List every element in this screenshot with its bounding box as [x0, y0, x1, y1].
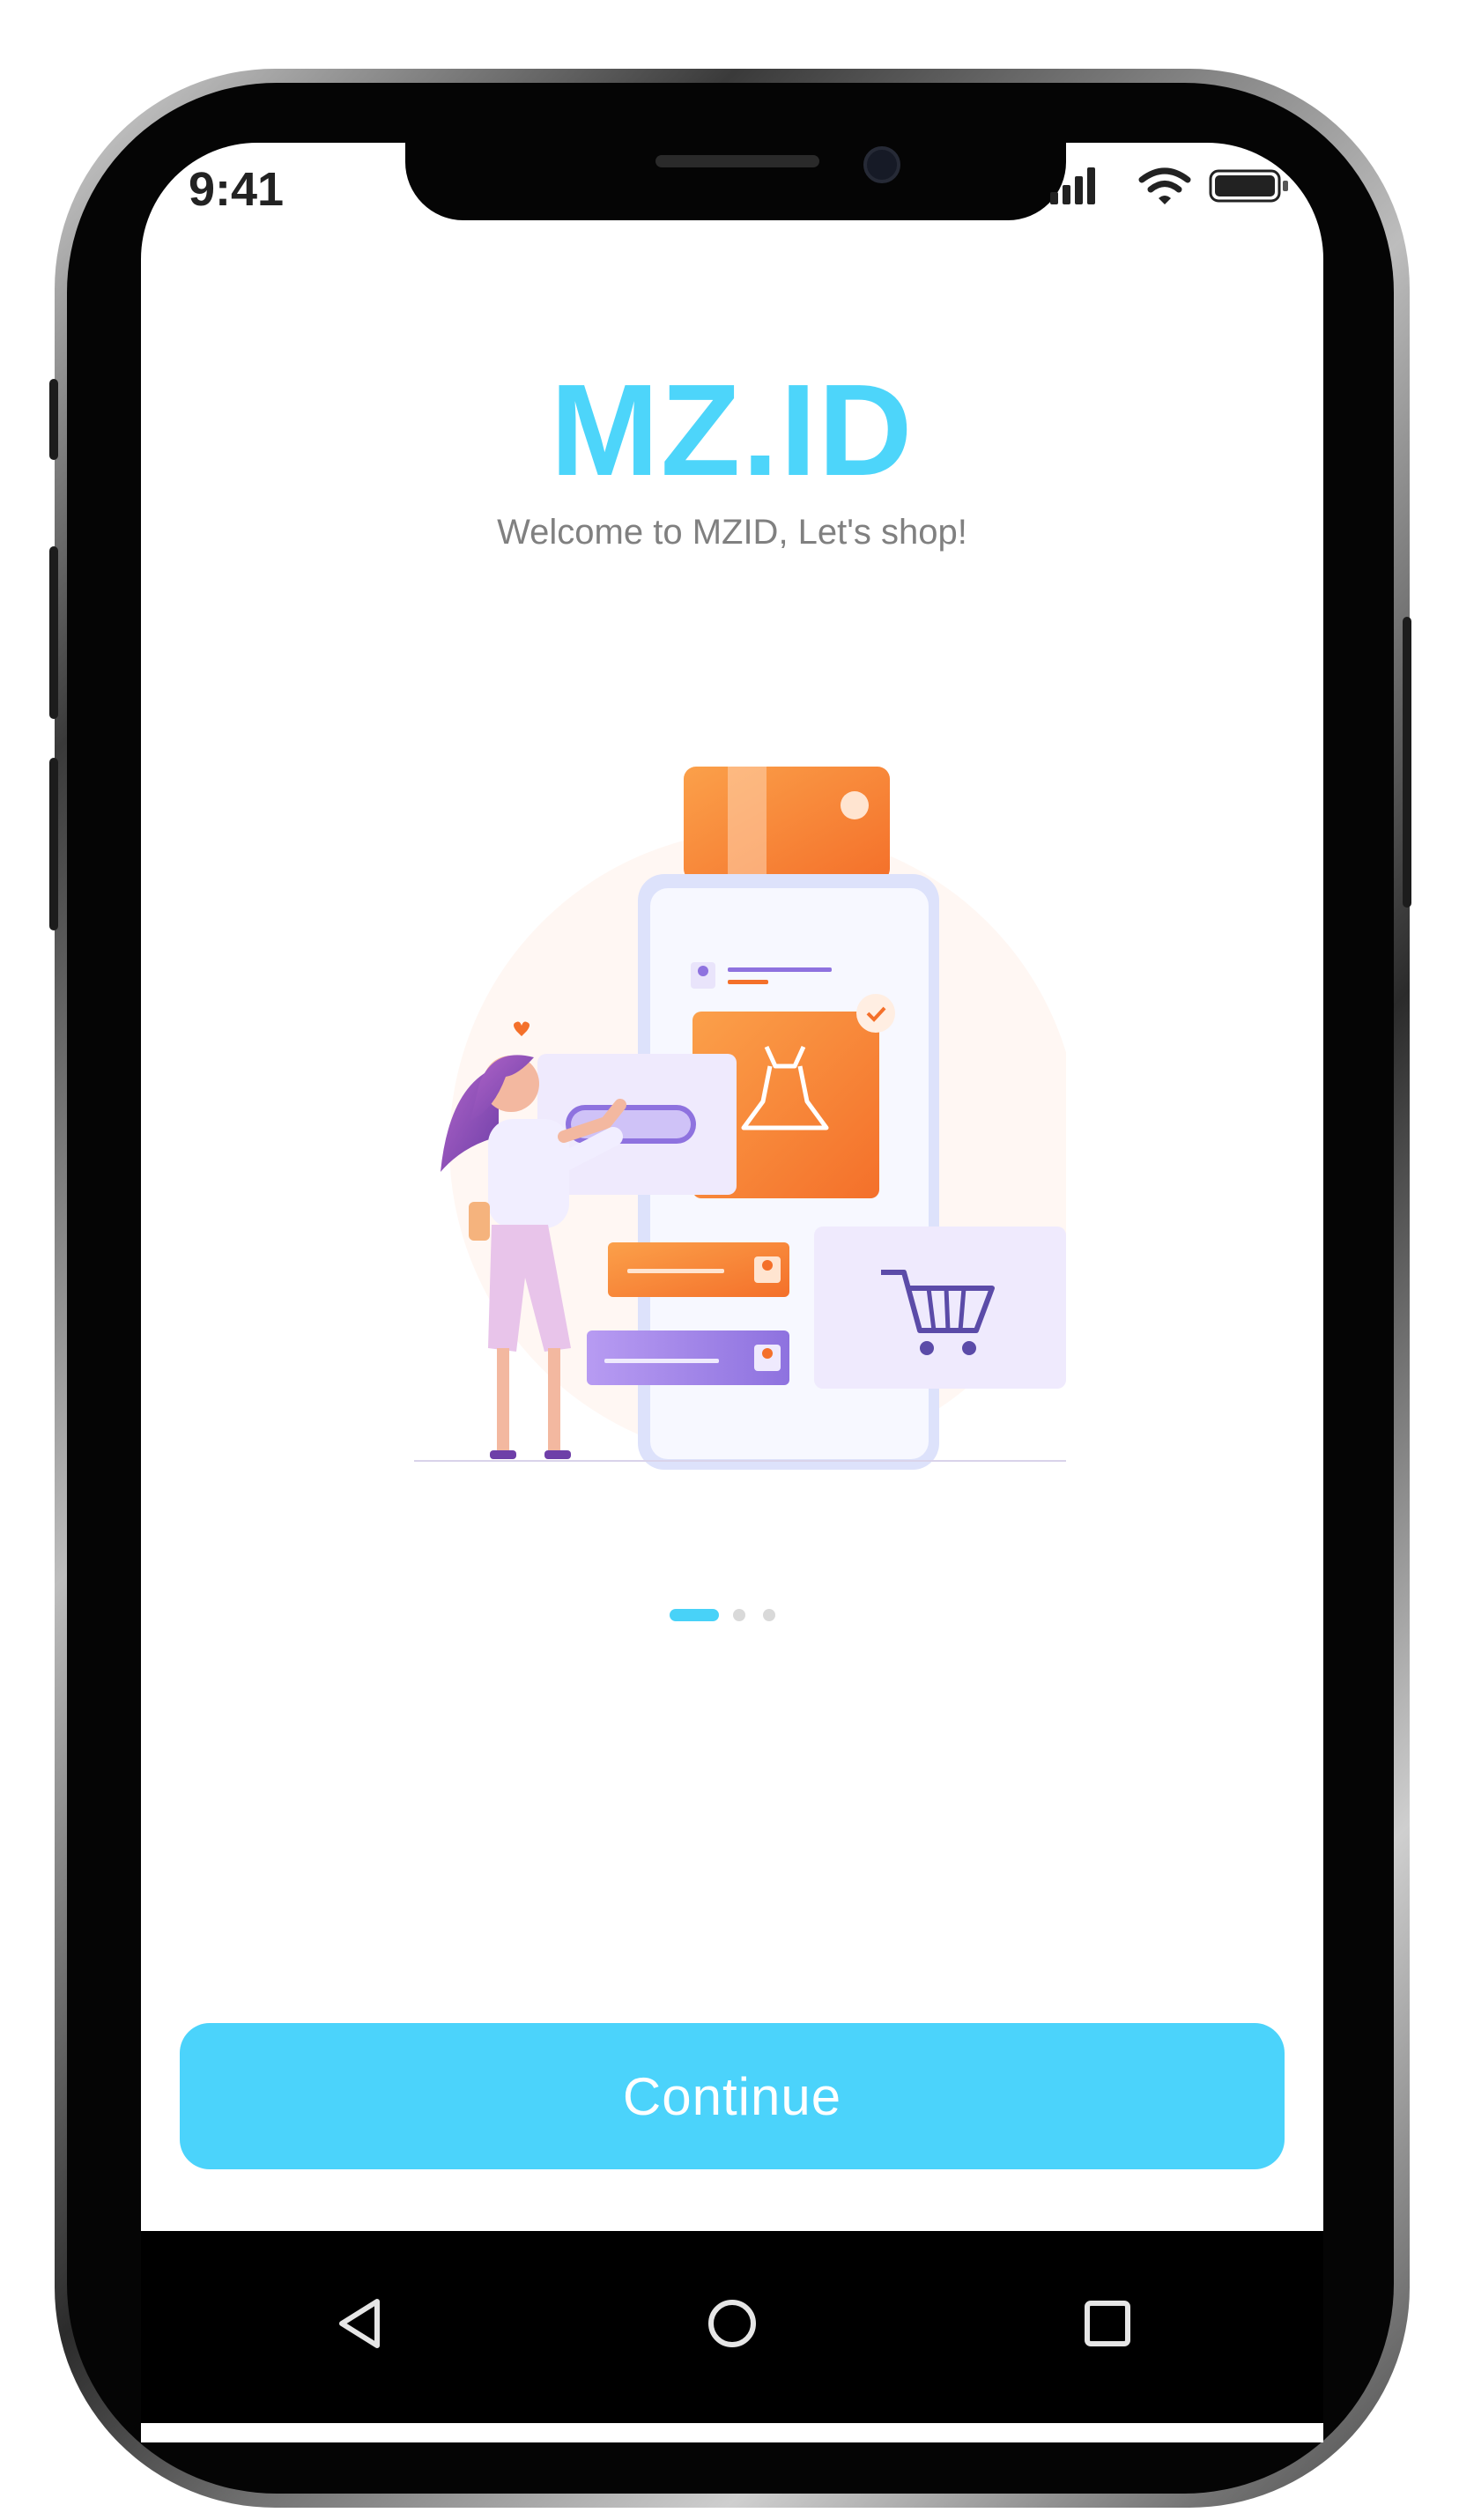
volume-up-button — [49, 546, 58, 719]
app-title: MZ.ID — [550, 358, 915, 503]
welcome-tagline: Welcome to MZID, Let's shop! — [497, 513, 967, 552]
page-dot[interactable] — [763, 1609, 775, 1621]
back-icon[interactable] — [331, 2293, 393, 2354]
recents-icon[interactable] — [1077, 2293, 1138, 2354]
mute-switch — [49, 379, 58, 460]
shopping-illustration — [414, 767, 1066, 1470]
app-screen: 9:41 MZ.ID Welcome to MZID, Let's shop! — [141, 143, 1323, 2442]
page-indicator — [670, 1607, 793, 1625]
front-camera — [863, 146, 900, 183]
signal-icon — [1050, 167, 1095, 204]
device-mockup: 9:41 MZ.ID Welcome to MZID, Let's shop! — [0, 0, 1459, 2520]
wifi-icon — [1138, 167, 1191, 204]
notch — [405, 143, 1066, 220]
power-button — [1403, 617, 1411, 908]
page-dot-active[interactable] — [670, 1609, 719, 1621]
android-navigation-bar — [141, 2231, 1323, 2423]
status-icons — [1050, 167, 1288, 204]
status-time: 9:41 — [189, 163, 285, 216]
continue-button[interactable]: Continue — [180, 2023, 1285, 2169]
home-icon[interactable] — [701, 2293, 763, 2354]
volume-down-button — [49, 758, 58, 930]
battery-icon — [1209, 169, 1288, 203]
page-dot[interactable] — [733, 1609, 745, 1621]
speaker-grille — [655, 155, 819, 167]
